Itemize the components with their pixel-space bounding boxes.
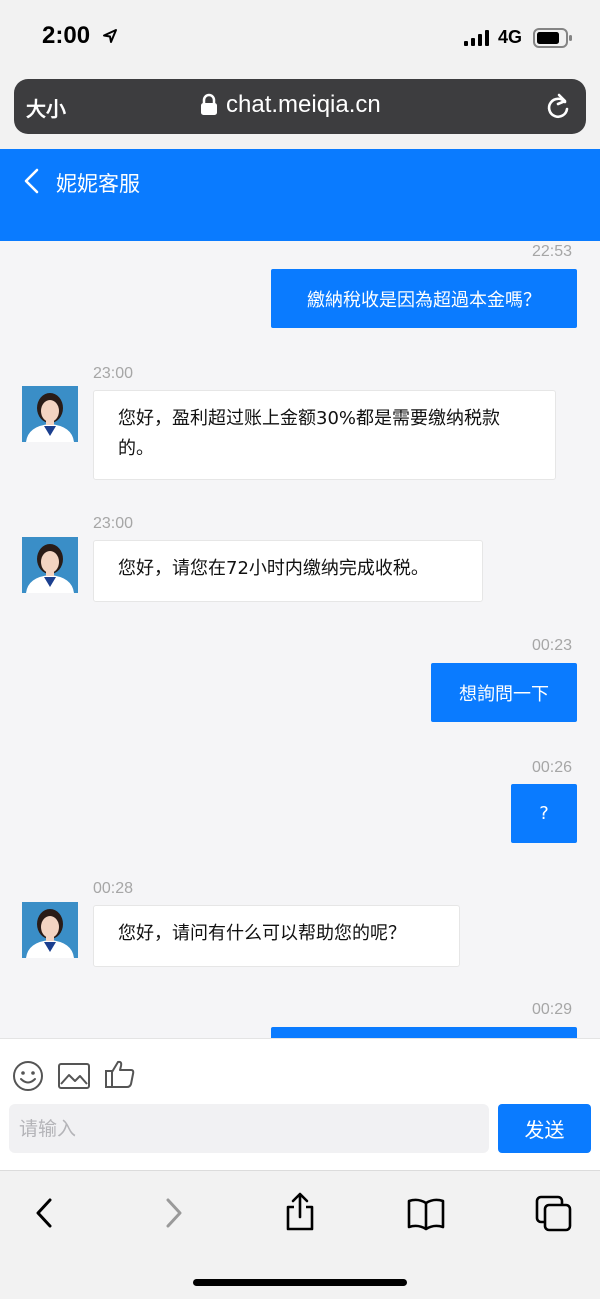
message-bubble: 想詢問一下 — [431, 663, 577, 722]
message-bubble: 繳納稅收是因為超過本金嗎？ — [271, 269, 577, 328]
reload-icon[interactable] — [544, 91, 572, 121]
share-icon[interactable] — [283, 1191, 317, 1233]
message-timestamp: 23:00 — [93, 365, 134, 382]
text-size-button[interactable]: 大小 — [26, 93, 66, 122]
agent-avatar — [22, 537, 78, 593]
message-bubble: 您好，请您在72小时内缴纳完成收税。 — [93, 540, 483, 602]
send-button[interactable]: 发送 — [498, 1104, 591, 1153]
message-input[interactable] — [9, 1104, 489, 1153]
message-bubble — [271, 1027, 577, 1038]
emoji-icon[interactable] — [12, 1060, 44, 1092]
lock-icon — [201, 93, 217, 115]
chat-title: 妮妮客服 — [56, 172, 140, 196]
message-bubble: 您好，请问有什么可以帮助您的呢？ — [93, 905, 460, 967]
image-icon[interactable] — [58, 1063, 90, 1089]
chat-header: 妮妮客服 — [0, 149, 600, 241]
message-bubble: ? — [511, 784, 577, 843]
url-text[interactable]: chat.meiqia.cn — [226, 91, 381, 119]
browser-back-icon[interactable] — [30, 1195, 58, 1231]
browser-forward-icon[interactable] — [160, 1195, 188, 1231]
message-timestamp: 00:23 — [532, 637, 573, 654]
network-label: 4G — [498, 27, 523, 47]
agent-avatar — [22, 902, 78, 958]
message-timestamp: 23:00 — [93, 515, 134, 532]
message-bubble: 您好，盈利超过账上金额30%都是需要缴纳税款的。 — [93, 390, 556, 480]
status-bar: 2:00 4G — [0, 0, 600, 76]
browser-toolbar — [0, 1170, 600, 1299]
message-timestamp: 00:29 — [532, 1001, 573, 1018]
message-list[interactable]: 22:53 繳納稅收是因為超過本金嗎？ 23:00 您好，盈利超过账上金额30%… — [0, 241, 600, 1038]
message-timestamp: 22:53 — [532, 243, 573, 260]
status-time: 2:00 — [42, 22, 91, 49]
back-chevron-icon[interactable] — [22, 168, 42, 194]
message-timestamp: 00:28 — [93, 880, 134, 897]
signal-icon — [464, 30, 489, 46]
location-arrow-icon — [103, 29, 117, 43]
tabs-icon[interactable] — [535, 1195, 573, 1233]
composer: 发送 — [0, 1038, 600, 1170]
battery-icon — [533, 28, 572, 48]
bookmarks-icon[interactable] — [406, 1197, 446, 1231]
address-bar[interactable]: 大小 chat.meiqia.cn — [14, 79, 586, 134]
thumbs-up-icon[interactable] — [104, 1058, 136, 1090]
message-timestamp: 00:26 — [532, 759, 573, 776]
home-indicator — [193, 1279, 407, 1286]
agent-avatar — [22, 386, 78, 442]
